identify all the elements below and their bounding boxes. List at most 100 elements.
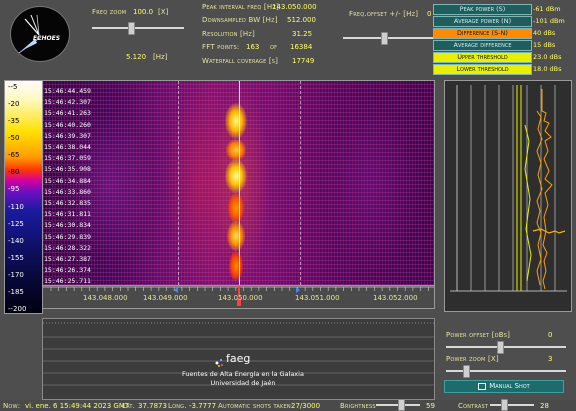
legend-item-value: 18.0 dBs (533, 65, 562, 73)
waterfall-timestamp: 15:46:31.811 (44, 210, 91, 219)
fft-value: 163 (246, 43, 260, 51)
power-zoom-label: Power zoom [X] (446, 355, 499, 363)
downsampled-label: Downsampled BW [Hz] (202, 16, 278, 24)
legend-item: Upper threshold (433, 52, 532, 63)
legend-item-label: Peak power (S) (459, 5, 506, 13)
now-value: vi. ene. 6 15:49:44 2023 GMT (25, 402, 130, 410)
org-line-2: Universidad de Jaén (210, 379, 276, 387)
freq-offset-slider[interactable] (343, 32, 433, 45)
power-offset-value: 0 (548, 331, 553, 339)
color-scale-label: -155 (8, 253, 24, 262)
waterfall-timestamp: 15:46:34.884 (44, 176, 91, 185)
contrast-value: 28 (540, 402, 549, 410)
waterfall-timestamp: 15:46:41.263 (44, 109, 91, 118)
power-spectrum-panel (444, 80, 572, 312)
org-line-1: Fuentes de Alta Energía en la Galaxia (182, 370, 304, 378)
legend-item: Peak power (S) (433, 4, 532, 15)
color-scale-label: --200 (8, 305, 27, 313)
color-scale-label: -170 (8, 270, 24, 279)
freq-zoom-hz-unit: [Hz] (153, 53, 168, 61)
logo-graphic (18, 14, 42, 54)
faeg-logo: faeg (213, 352, 263, 367)
power-spectrum-plot (450, 85, 567, 292)
color-scale-label: -65 (8, 151, 20, 160)
legend-item-value: -101 dBm (533, 17, 565, 25)
legend-item-value: 15 dBs (533, 41, 556, 49)
frequency-axis[interactable]: 143.048.000 143.049.000 143.050.000 143.051… (42, 285, 435, 309)
waterfall-timestamp: 15:46:32.835 (44, 199, 91, 207)
long-value: -3.7777 (189, 402, 217, 410)
freq-offset-value: 0 (427, 10, 432, 18)
legend-item-label: Lower threshold (456, 65, 509, 73)
frequency-label: 143.051.000 (295, 294, 340, 302)
waterfall-timestamp: 15:46:37.059 (44, 154, 91, 163)
legend-item-value: -61 dBm (533, 5, 561, 13)
brightness-slider[interactable] (376, 399, 420, 411)
legend-item: Average power (N) (433, 16, 532, 27)
legend-item-label: Difference (S-N) (457, 29, 508, 37)
lower-panel: faeg Fuentes de Alta Energía en la Galax… (42, 318, 435, 400)
color-scale-label: --5 (8, 83, 18, 91)
color-scale-label: -20 (8, 100, 20, 109)
color-scale-label: -80 (8, 168, 20, 177)
color-scale-bar: --5 -20 -35 -50 -65 -80 -95 -110 -125 -140 -155 -17… (4, 80, 43, 314)
manual-shot-label: Manual Shot (489, 382, 530, 390)
freq-offset-label: Freq.offset +/- [Hz] (349, 10, 419, 18)
lat-label: Lat. (122, 402, 136, 410)
legend-item: Average difference (433, 40, 532, 51)
contrast-slider[interactable] (490, 399, 534, 411)
waterfall-timestamp: 15:46:30.834 (44, 221, 91, 230)
legend-item-label: Average power (N) (453, 17, 512, 25)
freq-zoom-slider[interactable] (92, 22, 184, 35)
power-offset-slider[interactable] (446, 341, 566, 354)
frequency-label: 143.049.000 (143, 294, 188, 302)
waterfall-timestamp: 15:46:33.860 (44, 187, 91, 196)
fft-label: FFT points: (202, 43, 240, 51)
power-zoom-slider[interactable] (446, 365, 566, 378)
power-zoom-value: 3 (548, 355, 553, 363)
legend-item-label: Average difference (453, 41, 512, 49)
logo-text: ECHOES (33, 35, 61, 42)
contrast-label: Contrast (458, 402, 489, 410)
legend-item-value: 40 dBs (533, 29, 556, 37)
resolution-label: Resolution [Hz] (202, 30, 255, 38)
shots-label: Automatic shots taken: (218, 402, 294, 410)
color-scale-label: -35 (8, 117, 20, 126)
peak-interval-value: 143.050.000 (272, 3, 317, 11)
right-marker-icon (296, 287, 300, 293)
fft-total: 16384 (290, 43, 313, 51)
waterfall-display[interactable]: 15:46:44.459 15:46:42.307 15:46:41.263 15:4… (42, 80, 435, 286)
waterfall-timestamp: 15:46:39.307 (44, 131, 91, 140)
faeg-logo-text: faeg (226, 352, 251, 365)
resolution-value: 31.25 (292, 30, 313, 38)
waterfall-timestamp: 15:46:35.908 (44, 165, 91, 174)
power-offset-label: Power offset [dBs] (446, 331, 511, 339)
status-bar: Now: vi. ene. 6 15:49:44 2023 GMT Lat. 3… (0, 399, 576, 411)
legend-item-label: Upper threshold (457, 53, 508, 61)
brightness-value: 59 (426, 402, 435, 410)
long-label: Long. (168, 402, 187, 410)
camera-icon (478, 382, 487, 390)
frequency-label: 143.052.000 (373, 294, 418, 302)
color-scale-label: -95 (8, 185, 20, 194)
freq-zoom-label: Freq zoom (92, 8, 127, 16)
signal-trace (225, 103, 247, 139)
freq-zoom-hz-value: 5.120 (126, 53, 147, 61)
manual-shot-button[interactable]: Manual Shot (444, 380, 564, 393)
waterfall-timestamp: 15:46:42.307 (44, 98, 91, 107)
color-scale-label: -140 (8, 236, 24, 245)
waterfall-timestamp: 15:46:38.044 (44, 143, 91, 151)
echoes-logo: ECHOES (10, 6, 70, 62)
waterfall-timestamp: 15:46:44.459 (44, 87, 91, 95)
downsampled-value: 512.000 (287, 16, 316, 24)
shots-value: 27/3000 (291, 402, 321, 410)
legend-item: Difference (S-N) (433, 28, 532, 39)
waterfall-timestamp: 15:46:29.839 (44, 232, 91, 241)
waterfall-coverage-value: 17749 (292, 57, 315, 65)
legend-item: Lower threshold (433, 64, 532, 75)
lat-value: 37.7873 (138, 402, 167, 410)
waterfall-timestamp: 15:46:26.374 (44, 266, 91, 275)
fft-of: of (270, 43, 278, 51)
freq-zoom-value: 100.0 (133, 8, 154, 16)
faeg-logo-icon (213, 354, 223, 367)
